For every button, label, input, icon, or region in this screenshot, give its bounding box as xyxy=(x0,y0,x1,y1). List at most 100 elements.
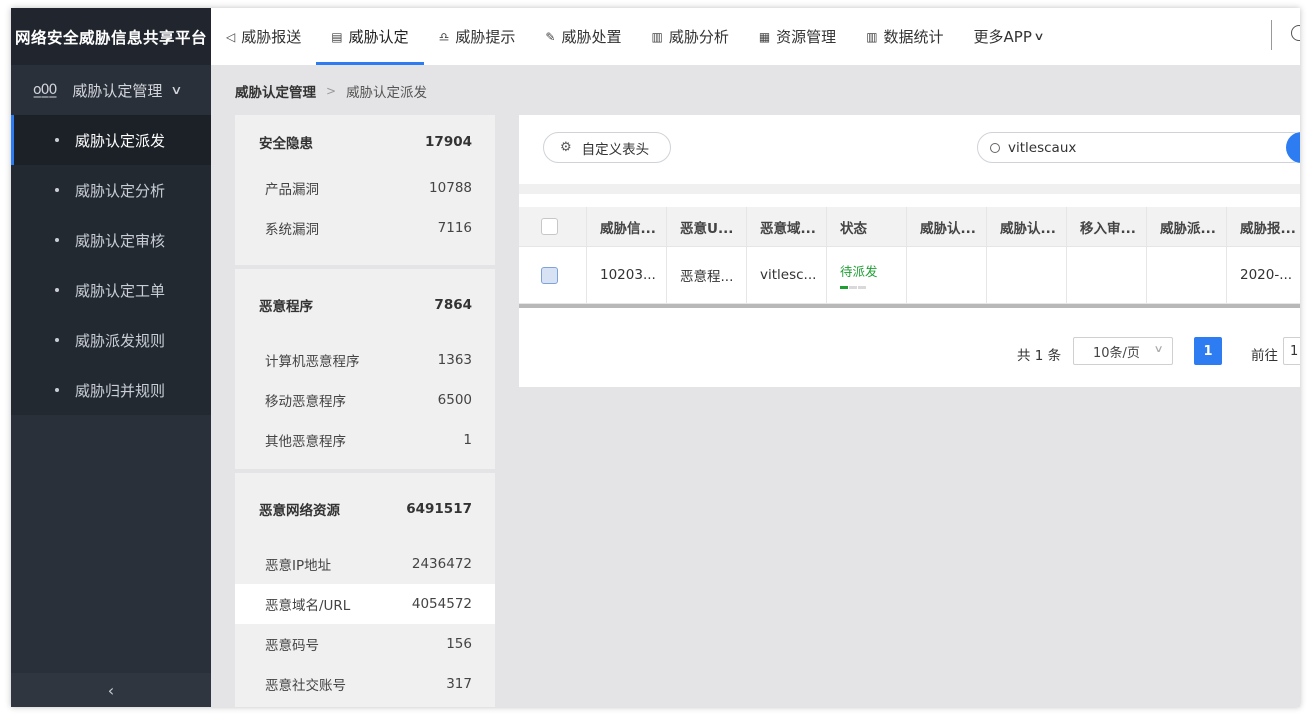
tab-threat-analysis[interactable]: ▥ 威胁分析 xyxy=(636,8,743,65)
custom-header-button[interactable]: ⚙ 自定义表头 xyxy=(543,132,671,163)
tab-label: 威胁提示 xyxy=(455,28,516,46)
tab-more-apps[interactable]: 更多APP ∨ xyxy=(959,8,1058,65)
sidebar-item-dispatch[interactable]: 威胁认定派发 xyxy=(11,115,211,165)
row-select[interactable] xyxy=(519,247,587,304)
tab-data-statistics[interactable]: ▥ 数据统计 xyxy=(851,8,958,65)
stat-row[interactable]: 系统漏洞 7116 xyxy=(235,208,495,248)
table-cell: 10203... xyxy=(587,247,667,304)
sidebar-item-label: 威胁认定分析 xyxy=(75,181,166,200)
bullet-icon xyxy=(55,338,59,342)
column-header[interactable]: 威胁派... xyxy=(1147,207,1227,247)
stat-label: 计算机恶意程序 xyxy=(265,354,360,370)
stat-total: 6491517 xyxy=(406,500,472,517)
stat-row[interactable]: 恶意IP地址 2436472 xyxy=(235,544,495,584)
goto-page-input[interactable]: 1 xyxy=(1283,337,1300,365)
search-input[interactable]: vitlescaux xyxy=(977,132,1300,163)
tab-label: 威胁处置 xyxy=(561,28,622,46)
chart-icon: ▥ xyxy=(866,29,878,44)
sidebar-item-label: 威胁认定审核 xyxy=(75,231,166,250)
page-size-value: 10条/页 xyxy=(1093,345,1140,361)
table-cell: vitlesc... xyxy=(747,247,827,304)
tab-resource-management[interactable]: ▦ 资源管理 xyxy=(744,8,851,65)
stat-row[interactable]: 计算机恶意程序 1363 xyxy=(235,340,495,380)
clock-icon[interactable] xyxy=(1291,25,1300,41)
horizontal-scrollbar[interactable] xyxy=(519,304,1300,308)
stat-card-malware: 恶意程序 7864 计算机恶意程序 1363 移动恶意程序 6500 其他恶意程… xyxy=(235,269,495,469)
progress-segment xyxy=(858,286,866,289)
breadcrumb-parent[interactable]: 威胁认定管理 xyxy=(235,81,316,101)
stat-title: 安全隐患 xyxy=(259,135,313,152)
column-header[interactable]: 移入审... xyxy=(1067,207,1147,247)
sidebar-item-label: 威胁派发规则 xyxy=(75,331,166,350)
top-nav: ◁ 威胁报送 ▤ 威胁认定 ♎ 威胁提示 ✎ 威胁处置 ▥ 威胁分析 ▦ 资源管… xyxy=(211,8,1300,65)
sidebar-item-analysis[interactable]: 威胁认定分析 xyxy=(11,165,211,215)
bullet-icon xyxy=(55,288,59,292)
tab-threat-identification[interactable]: ▤ 威胁认定 xyxy=(316,8,424,65)
table-cell xyxy=(907,247,987,304)
stat-total: 7864 xyxy=(434,296,472,313)
header-select-all[interactable] xyxy=(519,207,587,247)
table-row[interactable]: 10203... 恶意程... vitlesc... 待派发 2020-... xyxy=(519,247,1300,304)
stat-value: 317 xyxy=(446,676,472,692)
stat-card-header[interactable]: 安全隐患 17904 xyxy=(235,115,495,168)
stat-value: 2436472 xyxy=(411,556,472,572)
stat-value: 1 xyxy=(463,432,472,448)
main-panel: ⚙ 自定义表头 vitlescaux 威胁信... 恶意U... 恶意域... … xyxy=(519,115,1300,387)
stat-label: 产品漏洞 xyxy=(265,182,319,198)
column-header[interactable]: 威胁认... xyxy=(987,207,1067,247)
stat-row[interactable]: 恶意码号 156 xyxy=(235,624,495,664)
column-header[interactable]: 状态 xyxy=(827,207,907,247)
server-icon: ▦ xyxy=(758,29,771,44)
tab-label: 威胁分析 xyxy=(668,28,729,46)
stat-label: 系统漏洞 xyxy=(265,222,319,238)
stat-row[interactable]: 移动恶意程序 6500 xyxy=(235,380,495,420)
chevron-down-icon: ∨ xyxy=(1033,30,1045,43)
edit-icon: ✎ xyxy=(545,29,556,44)
table-cell: 恶意程... xyxy=(667,247,747,304)
breadcrumb: 威胁认定管理 > 威胁认定派发 xyxy=(235,81,427,101)
table-cell xyxy=(1067,247,1147,304)
stat-row[interactable]: 产品漏洞 10788 xyxy=(235,168,495,208)
page-size-select[interactable]: 10条/页 ∨ xyxy=(1073,337,1173,365)
sidebar-section-threat-identification[interactable]: o̲0̲0̲ 威胁认定管理 ∨ xyxy=(11,65,211,115)
nav-divider xyxy=(1271,20,1272,50)
stat-value: 4054572 xyxy=(411,596,472,612)
stat-card-header[interactable]: 恶意网络资源 6491517 xyxy=(235,473,495,544)
stat-label: 其他恶意程序 xyxy=(265,434,346,450)
tab-label: 资源管理 xyxy=(776,28,837,46)
sidebar-item-label: 威胁认定工单 xyxy=(75,281,166,300)
sidebar-item-merge-rules[interactable]: 威胁归并规则 xyxy=(11,365,211,415)
sidebar-collapse-button[interactable]: ‹ xyxy=(11,673,211,707)
tab-threat-report[interactable]: ◁ 威胁报送 xyxy=(211,8,316,65)
sidebar-item-review[interactable]: 威胁认定审核 xyxy=(11,215,211,265)
column-header[interactable]: 威胁报... xyxy=(1227,207,1300,247)
sidebar-item-workorder[interactable]: 威胁认定工单 xyxy=(11,265,211,315)
table-header-row: 威胁信... 恶意U... 恶意域... 状态 威胁认... 威胁认... 移入… xyxy=(519,207,1300,247)
stat-value: 156 xyxy=(446,636,472,652)
checkbox[interactable] xyxy=(541,218,558,235)
stat-card-header[interactable]: 恶意程序 7864 xyxy=(235,269,495,340)
sidebar-item-dispatch-rules[interactable]: 威胁派发规则 xyxy=(11,315,211,365)
checkbox[interactable] xyxy=(541,266,558,284)
column-header[interactable]: 恶意U... xyxy=(667,207,747,247)
tab-threat-handling[interactable]: ✎ 威胁处置 xyxy=(530,8,636,65)
page-button-current[interactable]: 1 xyxy=(1194,337,1222,365)
tab-threat-alert[interactable]: ♎ 威胁提示 xyxy=(424,8,531,65)
chart-icon: ▥ xyxy=(651,29,663,44)
stat-total: 17904 xyxy=(425,133,472,150)
breadcrumb-current: 威胁认定派发 xyxy=(346,85,428,101)
stat-row[interactable]: 恶意域名/URL 4054572 xyxy=(235,584,495,624)
bullet-icon xyxy=(55,388,59,392)
document-icon: ▤ xyxy=(331,29,343,44)
stat-label: 移动恶意程序 xyxy=(265,394,346,410)
stat-row[interactable]: 恶意社交账号 317 xyxy=(235,664,495,704)
stat-row[interactable]: 其他恶意程序 1 xyxy=(235,420,495,460)
column-header[interactable]: 威胁信... xyxy=(587,207,667,247)
column-header[interactable]: 威胁认... xyxy=(907,207,987,247)
status-progress xyxy=(840,286,867,289)
breadcrumb-separator: > xyxy=(326,84,337,98)
total-count: 共 1 条 xyxy=(1017,348,1062,364)
column-header[interactable]: 恶意域... xyxy=(747,207,827,247)
sidebar: 网络安全威胁信息共享平台 o̲0̲0̲ 威胁认定管理 ∨ 威胁认定派发 威胁认定… xyxy=(11,8,211,707)
search-icon xyxy=(990,142,1000,153)
